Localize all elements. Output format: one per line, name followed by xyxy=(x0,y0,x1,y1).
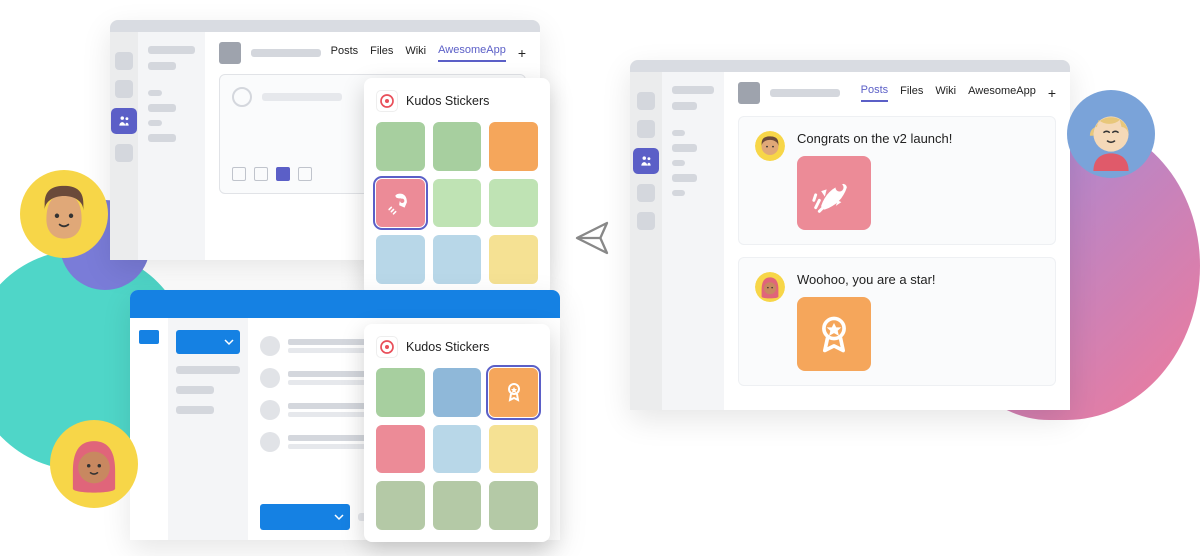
send-button[interactable] xyxy=(260,504,350,530)
sticker-option[interactable] xyxy=(376,122,425,171)
tab-posts[interactable]: Posts xyxy=(861,84,889,102)
teams-result-window: Posts Files Wiki AwesomeApp + Congrats o… xyxy=(630,60,1070,410)
sticker-option[interactable] xyxy=(433,179,482,228)
attach-button[interactable] xyxy=(254,167,268,181)
add-tab-button[interactable]: + xyxy=(518,45,526,61)
mail-icon[interactable] xyxy=(139,330,159,344)
add-tab-button[interactable]: + xyxy=(1048,85,1056,101)
channel-icon xyxy=(219,42,241,64)
sticker-option[interactable] xyxy=(433,235,482,284)
post-message: Congrats on the v2 launch! xyxy=(797,131,1039,146)
tab-files[interactable]: Files xyxy=(370,45,393,61)
sticker-option[interactable] xyxy=(489,481,538,530)
sticker-picker-title: Kudos Stickers xyxy=(406,94,489,108)
tab-files[interactable]: Files xyxy=(900,85,923,101)
rocket-sticker xyxy=(797,156,871,230)
teams-icon[interactable] xyxy=(633,148,659,174)
app-logo-icon xyxy=(376,336,398,358)
sticker-option[interactable] xyxy=(489,179,538,228)
channel-sidebar xyxy=(138,32,204,260)
app-rail xyxy=(630,72,662,410)
sticker-option[interactable] xyxy=(489,235,538,284)
post-author-avatar-1 xyxy=(755,131,785,161)
send-arrow-icon xyxy=(572,218,612,263)
sticker-option[interactable] xyxy=(433,368,482,417)
tab-posts[interactable]: Posts xyxy=(331,45,359,61)
titlebar xyxy=(130,290,560,318)
emoji-button[interactable] xyxy=(298,167,312,181)
sticker-option[interactable] xyxy=(433,425,482,474)
sticker-option[interactable] xyxy=(433,122,482,171)
outlook-compose-window: Kudos Stickers xyxy=(130,290,560,540)
tab-awesomeapp[interactable]: AwesomeApp xyxy=(968,85,1036,101)
sticker-option[interactable] xyxy=(489,122,538,171)
person-avatar-2 xyxy=(50,420,138,508)
channel-icon xyxy=(738,82,760,104)
sticker-option[interactable] xyxy=(433,481,482,530)
chat-post: Woohoo, you are a star! xyxy=(738,257,1056,386)
format-button[interactable] xyxy=(232,167,246,181)
sticker-option[interactable] xyxy=(489,425,538,474)
tab-awesomeapp[interactable]: AwesomeApp xyxy=(438,44,506,62)
sticker-option[interactable] xyxy=(376,368,425,417)
sticker-option-rocket[interactable] xyxy=(376,179,425,228)
new-message-button[interactable] xyxy=(176,330,240,354)
award-sticker xyxy=(797,297,871,371)
tab-wiki[interactable]: Wiki xyxy=(405,45,426,61)
sticker-option[interactable] xyxy=(376,235,425,284)
folder-nav xyxy=(168,318,248,540)
titlebar xyxy=(110,20,540,32)
sticker-picker: Kudos Stickers xyxy=(364,324,550,542)
chat-post: Congrats on the v2 launch! xyxy=(738,116,1056,245)
sticker-option[interactable] xyxy=(376,481,425,530)
sticker-button[interactable] xyxy=(276,167,290,181)
titlebar xyxy=(630,60,1070,72)
tab-wiki[interactable]: Wiki xyxy=(935,85,956,101)
sticker-option-award[interactable] xyxy=(489,368,538,417)
channel-sidebar xyxy=(662,72,724,410)
teams-compose-window: Posts Files Wiki AwesomeApp + xyxy=(110,20,540,260)
sticker-picker-title: Kudos Stickers xyxy=(406,340,489,354)
person-avatar-3 xyxy=(1067,90,1155,178)
app-logo-icon xyxy=(376,90,398,112)
post-message: Woohoo, you are a star! xyxy=(797,272,1039,287)
sticker-picker: Kudos Stickers xyxy=(364,78,550,296)
sticker-option[interactable] xyxy=(376,425,425,474)
person-avatar-1 xyxy=(20,170,108,258)
teams-icon[interactable] xyxy=(111,108,137,134)
app-rail xyxy=(110,32,138,260)
post-author-avatar-2 xyxy=(755,272,785,302)
